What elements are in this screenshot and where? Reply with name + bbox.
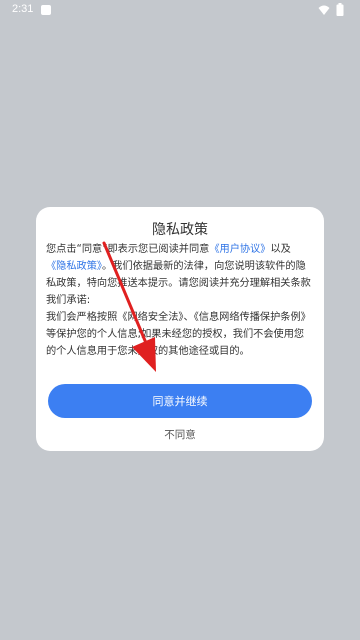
user-agreement-link[interactable]: 《用户协议》 (209, 244, 270, 255)
body-text-commitment: 我们会严格按照《网络安全法》、《信息网络传播保护条例》等保护您的个人信息;如果未… (46, 312, 311, 357)
battery-icon (336, 3, 344, 16)
dialog-body: 您点击“同意”即表示您已阅读并同意《用户协议》以及 《隐私政策》。我们依据最新的… (46, 241, 314, 360)
dialog-title: 隐私政策 (152, 222, 208, 238)
status-time: 2:31 (12, 3, 34, 15)
agree-and-continue-button[interactable]: 同意并继续 (48, 384, 312, 418)
notification-icon (41, 5, 51, 15)
body-text-intro: 您点击“同意”即表示您已阅读并同意 (46, 244, 210, 255)
privacy-policy-dialog: 隐私政策 您点击“同意”即表示您已阅读并同意《用户协议》以及 《隐私政策》。我们… (36, 207, 324, 451)
wifi-icon (318, 5, 330, 15)
privacy-policy-link[interactable]: 《隐私政策》 (46, 261, 102, 272)
status-bar: 2:31 (0, 0, 360, 20)
body-text-and: 以及 (270, 244, 291, 255)
disagree-button[interactable]: 不同意 (36, 427, 324, 442)
